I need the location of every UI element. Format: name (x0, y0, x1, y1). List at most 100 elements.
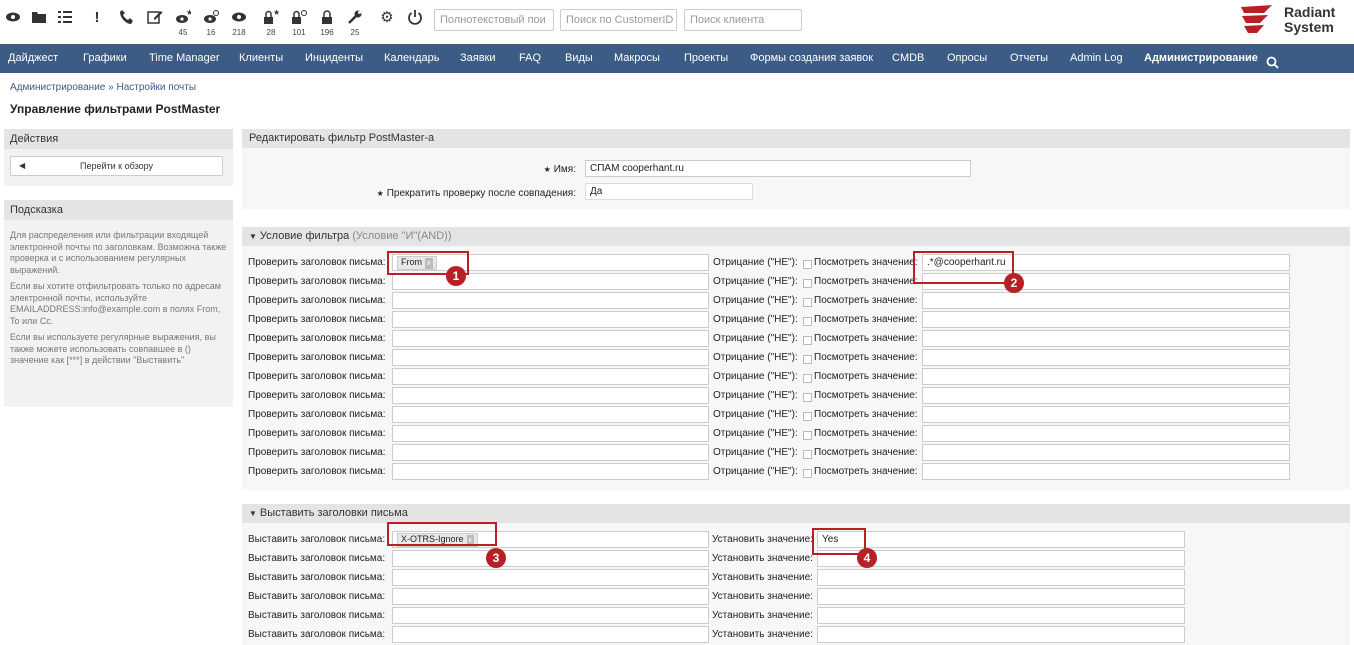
name-field[interactable]: СПАМ cooperhant.ru (585, 160, 971, 177)
page-title: Управление фильтрами PostMaster (10, 102, 221, 116)
check-header-field[interactable] (392, 368, 709, 385)
check-header-field[interactable] (392, 292, 709, 309)
negation-checkbox[interactable] (803, 317, 812, 326)
negation-checkbox[interactable] (803, 279, 812, 288)
lock-star-icon[interactable]: ★ (262, 8, 280, 26)
check-value-field[interactable] (922, 444, 1290, 461)
set-header-field[interactable] (392, 569, 709, 586)
check-value-field[interactable] (922, 406, 1290, 423)
collapse-triangle-icon: ▼ (249, 232, 257, 241)
nav-item-tickets[interactable]: Заявки (460, 44, 496, 73)
check-value-field[interactable] (922, 292, 1290, 309)
breadcrumb[interactable]: Администрирование » Настройки почты (10, 82, 196, 93)
nav-item-admin-log[interactable]: Admin Log (1070, 44, 1123, 73)
negation-label: Отрицание ("НЕ"): (713, 333, 798, 344)
nav-item-customers[interactable]: Клиенты (239, 44, 283, 73)
eye-icon[interactable] (4, 8, 22, 26)
check-value-field[interactable] (922, 425, 1290, 442)
set-value-field[interactable] (817, 607, 1185, 624)
hint-paragraph: Для распределения или фильтрации входяще… (10, 230, 227, 275)
check-header-label: Проверить заголовок письма: (248, 409, 386, 420)
exclamation-icon[interactable]: ! (88, 8, 106, 26)
lock-clock-icon[interactable] (290, 8, 308, 26)
check-header-field[interactable] (392, 349, 709, 366)
go-to-overview-button[interactable]: ◀ Перейти к обзору (10, 156, 223, 176)
arrow-left-icon: ◀ (19, 161, 26, 170)
set-value-field[interactable] (817, 588, 1185, 605)
eye-star-icon[interactable]: ★ (174, 8, 192, 26)
negation-checkbox[interactable] (803, 374, 812, 383)
nav-item-surveys[interactable]: Опросы (947, 44, 987, 73)
set-value-field[interactable] (817, 569, 1185, 586)
check-header-field[interactable] (392, 463, 709, 480)
search-icon[interactable] (1266, 52, 1279, 69)
filter-condition-header[interactable]: ▼ Условие фильтра (Условие "И"(AND)) (242, 227, 1350, 246)
set-headers-header[interactable]: ▼ Выставить заголовки письма (242, 504, 1350, 523)
gear-icon[interactable]: ⚙ (378, 8, 396, 26)
nav-item-reports[interactable]: Отчеты (1010, 44, 1048, 73)
set-value-label: Установить значение: (712, 572, 813, 583)
set-header-field[interactable] (392, 588, 709, 605)
nav-item-calendar[interactable]: Календарь (384, 44, 440, 73)
eye-icon[interactable] (230, 8, 248, 26)
lock-icon[interactable] (318, 8, 336, 26)
negation-checkbox[interactable] (803, 450, 812, 459)
nav-item-digest[interactable]: Дайджест (8, 44, 58, 73)
wrench-icon[interactable] (346, 8, 364, 26)
check-value-field[interactable] (922, 463, 1290, 480)
fulltext-search-input[interactable]: Полнотекстовый пои (434, 9, 554, 31)
customerid-search-input[interactable]: Поиск по CustomerID (560, 9, 677, 31)
negation-checkbox[interactable] (803, 336, 812, 345)
set-value-field[interactable]: Yes (817, 531, 1185, 548)
nav-item-faq[interactable]: FAQ (519, 44, 541, 73)
folder-icon[interactable] (30, 8, 48, 26)
negation-label: Отрицание ("НЕ"): (713, 428, 798, 439)
check-header-field[interactable] (392, 406, 709, 423)
negation-checkbox[interactable] (803, 469, 812, 478)
check-value-field[interactable] (922, 311, 1290, 328)
nav-item-time-manager[interactable]: Time Manager (149, 44, 220, 73)
nav-item-macros[interactable]: Макросы (614, 44, 660, 73)
set-header-field[interactable] (392, 550, 709, 567)
set-value-field[interactable] (817, 626, 1185, 643)
check-value-field[interactable] (922, 387, 1290, 404)
check-value-label: Посмотреть значение: (814, 428, 918, 439)
check-header-field[interactable] (392, 311, 709, 328)
nav-item-views[interactable]: Виды (565, 44, 593, 73)
check-header-field[interactable] (392, 425, 709, 442)
check-header-field[interactable] (392, 387, 709, 404)
check-header-field[interactable] (392, 330, 709, 347)
edit-icon[interactable] (146, 8, 164, 26)
eye-clock-icon[interactable] (202, 8, 220, 26)
negation-checkbox[interactable] (803, 412, 812, 421)
check-header-label: Проверить заголовок письма: (248, 371, 386, 382)
check-value-field[interactable] (922, 368, 1290, 385)
nav-item-ticket-forms[interactable]: Формы создания заявок (750, 44, 873, 73)
go-to-overview-label: Перейти к обзору (80, 161, 153, 171)
negation-checkbox[interactable] (803, 260, 812, 269)
check-header-field[interactable] (392, 444, 709, 461)
set-header-field[interactable] (392, 626, 709, 643)
nav-item-administration[interactable]: Администрирование (1144, 44, 1258, 73)
check-header-field[interactable] (392, 273, 709, 290)
list-icon[interactable] (56, 8, 74, 26)
negation-checkbox[interactable] (803, 298, 812, 307)
svg-text:★: ★ (273, 9, 279, 17)
stop-after-match-select[interactable]: Да (585, 183, 753, 200)
customer-search-input[interactable]: Поиск клиента (684, 9, 802, 31)
negation-checkbox[interactable] (803, 355, 812, 364)
power-icon[interactable] (406, 8, 424, 26)
nav-item-incidents[interactable]: Инциденты (305, 44, 363, 73)
nav-item-cmdb[interactable]: CMDB (892, 44, 924, 73)
phone-icon[interactable] (118, 8, 136, 26)
count-badge: 45 (178, 28, 188, 37)
negation-label: Отрицание ("НЕ"): (713, 257, 798, 268)
nav-item-charts[interactable]: Графики (83, 44, 127, 73)
check-value-field[interactable] (922, 349, 1290, 366)
set-header-field[interactable] (392, 607, 709, 624)
negation-checkbox[interactable] (803, 431, 812, 440)
set-header-label: Выставить заголовок письма: (248, 553, 386, 564)
check-value-field[interactable] (922, 330, 1290, 347)
nav-item-projects[interactable]: Проекты (684, 44, 728, 73)
negation-checkbox[interactable] (803, 393, 812, 402)
